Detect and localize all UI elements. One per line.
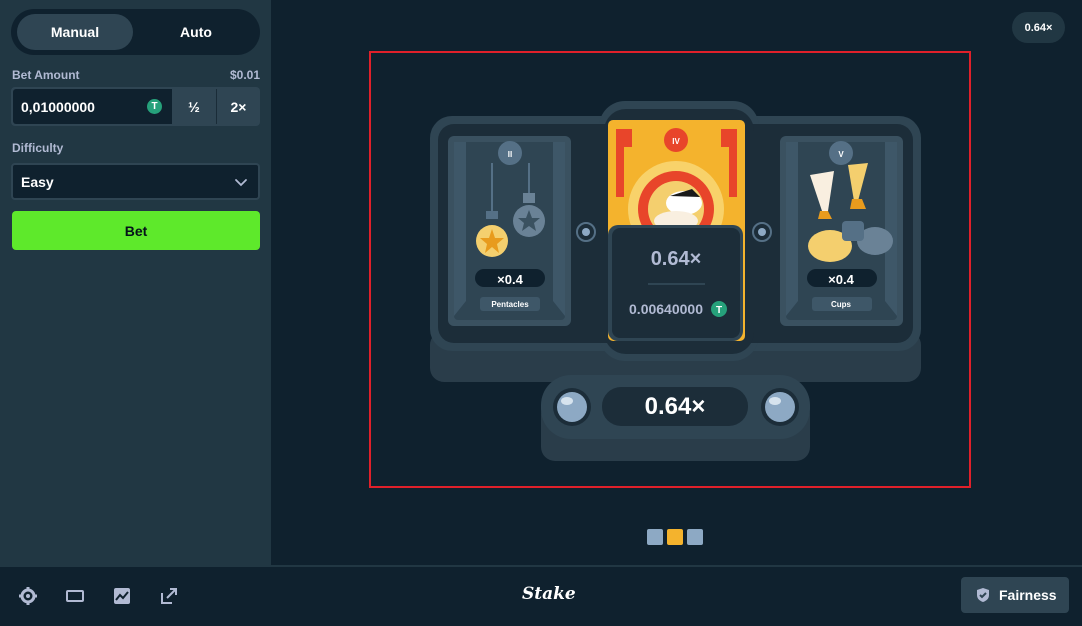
card-center-payout: 0.00640000 <box>629 301 703 317</box>
card-left-multiplier: ×0.4 <box>497 272 523 287</box>
bet-amount-value: 0,01000000 <box>21 98 95 115</box>
round-progress <box>647 529 703 547</box>
difficulty-select[interactable]: Easy <box>11 163 260 200</box>
svg-text:T: T <box>716 305 722 316</box>
fairness-label: Fairness <box>999 587 1057 603</box>
right-orb-icon <box>765 392 795 422</box>
popout-icon[interactable] <box>158 585 180 607</box>
difficulty-value: Easy <box>21 173 54 190</box>
bet-amount-field: 0,01000000 T ½ 2× <box>11 87 260 126</box>
mode-toggle: Manual Auto <box>11 9 260 55</box>
theatre-mode-icon[interactable] <box>64 585 86 607</box>
card-left-name: Pentacles <box>491 300 529 309</box>
difficulty-label: Difficulty <box>12 141 64 155</box>
bet-button[interactable]: Bet <box>12 211 260 250</box>
auto-tab[interactable]: Auto <box>137 14 255 50</box>
progress-dot <box>647 529 663 545</box>
bet-amount-usd: $0.01 <box>229 68 260 82</box>
half-button[interactable]: ½ <box>173 89 215 124</box>
center-result-panel <box>608 225 743 341</box>
manual-tab[interactable]: Manual <box>17 14 133 50</box>
tether-coin-icon: T <box>147 99 162 114</box>
card-right-multiplier: ×0.4 <box>828 272 854 287</box>
card-right-numeral: V <box>838 150 844 159</box>
chevron-down-icon <box>235 179 247 187</box>
settings-gear-icon[interactable] <box>17 585 39 607</box>
card-right-name: Cups <box>831 300 852 309</box>
card-center-numeral: IV <box>672 137 680 146</box>
footer: Stake Fairness <box>0 565 1082 626</box>
card-cups <box>780 136 903 326</box>
double-button[interactable]: 2× <box>216 89 260 124</box>
bet-amount-input[interactable]: 0,01000000 T <box>13 89 172 124</box>
last-result-badge[interactable]: 0.64× <box>1012 12 1065 43</box>
game-board: II ×0.4 Pentacles IV 0.64× 0.00640000 T … <box>430 101 921 461</box>
card-center-multiplier: 0.64× <box>651 248 702 270</box>
total-multiplier: 0.64× <box>645 393 706 420</box>
shield-check-icon <box>977 588 989 602</box>
progress-dot <box>687 529 703 545</box>
stake-logo: Stake <box>522 584 576 604</box>
live-stats-icon[interactable] <box>111 585 133 607</box>
fairness-button[interactable]: Fairness <box>961 577 1069 613</box>
sidebar: Manual Auto Bet Amount $0.01 0,01000000 … <box>0 0 271 565</box>
card-pentacles <box>448 136 571 326</box>
bet-amount-label: Bet Amount <box>12 68 80 82</box>
progress-dot <box>667 529 683 545</box>
card-left-numeral: II <box>508 150 512 159</box>
left-orb-icon <box>557 392 587 422</box>
app-root: Manual Auto Bet Amount $0.01 0,01000000 … <box>0 0 1082 626</box>
